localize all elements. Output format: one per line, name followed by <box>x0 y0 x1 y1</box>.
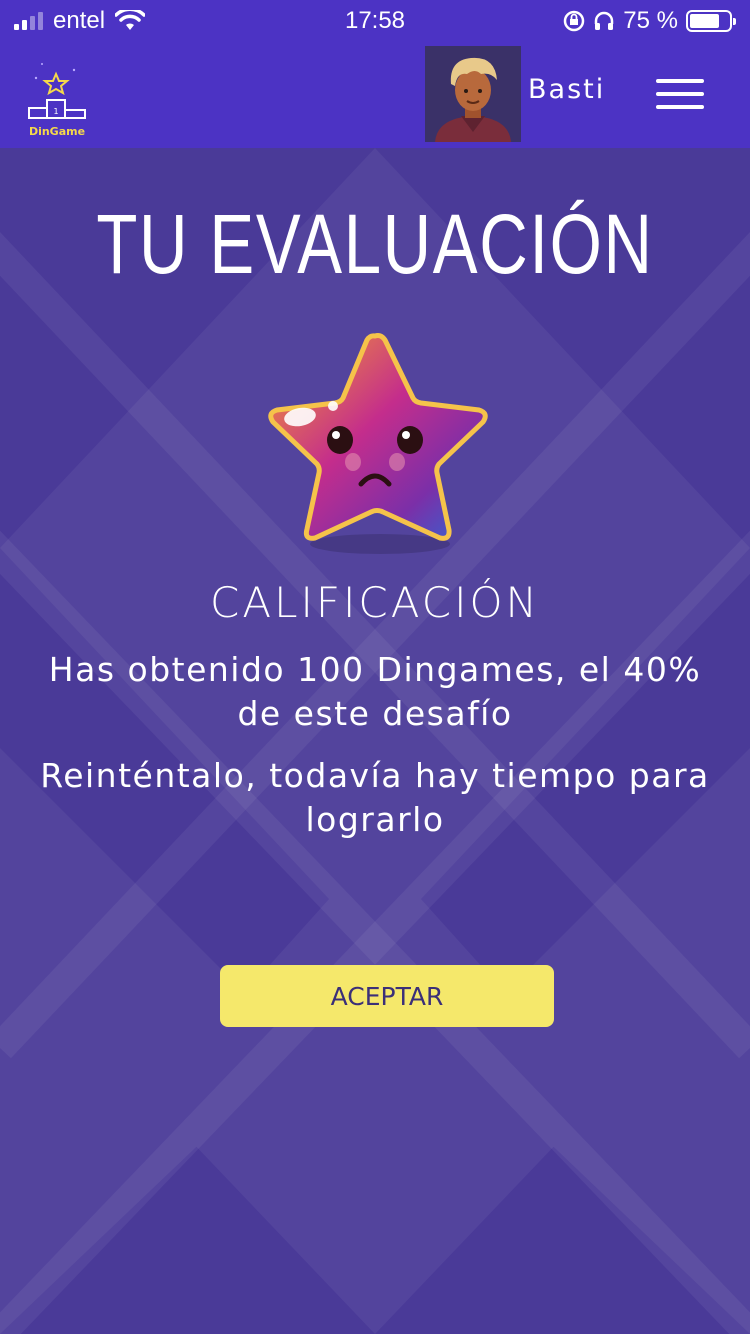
retry-message: Reinténtalo, todavía hay tiempo para log… <box>40 756 710 839</box>
podium-star-icon: 1 <box>28 63 86 119</box>
wifi-icon <box>115 10 146 30</box>
accept-button[interactable]: ACEPTAR <box>220 965 554 1027</box>
clock: 17:58 <box>344 7 406 34</box>
carrier-label: entel <box>53 7 106 34</box>
orientation-lock-icon <box>564 10 585 32</box>
menu-icon-bar <box>656 105 704 109</box>
menu-icon-bar <box>656 79 704 83</box>
dingame-logo[interactable]: 1 DinGame <box>22 58 92 138</box>
app-header: 1 DinGame Basti <box>0 42 750 148</box>
page-title: TU EVALUACIÓN <box>96 197 654 291</box>
score-message: Has obtenido 100 Dingames, el 40% de est… <box>48 650 702 733</box>
svg-text:1: 1 <box>53 107 58 116</box>
battery-fill <box>690 14 719 28</box>
menu-icon-bar <box>656 92 704 96</box>
hamburger-menu-button[interactable] <box>654 76 706 112</box>
user-name[interactable]: Basti <box>528 74 605 105</box>
battery-percentage: 75 % <box>623 7 678 34</box>
headphones-icon <box>595 11 614 30</box>
battery-icon <box>686 10 736 32</box>
status-bar-right: 75 % <box>563 7 736 35</box>
logo-text: DinGame <box>28 125 86 138</box>
sad-star-icon <box>268 333 488 554</box>
user-avatar[interactable] <box>425 46 521 142</box>
status-bar-left: entel <box>14 7 146 35</box>
signal-icon <box>14 12 43 30</box>
score-heading: CALIFICACIÓN <box>210 578 540 627</box>
status-bar: entel 17:58 75 % <box>0 0 750 42</box>
